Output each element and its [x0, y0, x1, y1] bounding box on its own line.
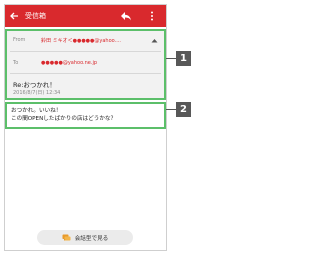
callout-badge-2: 2	[176, 102, 191, 117]
body-line: おつかれ。いいね！	[11, 108, 62, 114]
collapse-icon[interactable]	[151, 38, 158, 43]
to-row[interactable]: To ●●●●●@yahoo.ne.jp	[13, 60, 97, 66]
app-bar: 受信箱	[5, 5, 166, 27]
body-line: この間OPENしたばかりの店はどうかな？	[11, 116, 117, 122]
conversation-view-label: 会話型で見る	[74, 235, 109, 242]
callout-leader-1	[166, 58, 176, 59]
back-arrow-icon	[10, 12, 18, 20]
more-options-icon[interactable]	[147, 10, 157, 22]
chat-bubble-icon	[62, 234, 71, 241]
reply-icon[interactable]	[120, 10, 132, 22]
from-address: 鈴田 ミキオ＜●●●●●@yahoo....	[41, 38, 121, 44]
mail-body: おつかれ。いいね！ この間OPENしたばかりの店はどうかな？	[5, 102, 166, 129]
app-bar-title: 受信箱	[25, 12, 46, 20]
to-address: ●●●●●@yahoo.ne.jp	[41, 60, 98, 66]
back-button[interactable]	[5, 11, 23, 21]
callout-number: 1	[180, 53, 187, 64]
screen: 受信箱 From 鈴田 ミキオ＜●●●●●@yahoo.... To ●●●●●…	[0, 0, 276, 254]
callout-number: 2	[180, 104, 187, 115]
mail-header: From 鈴田 ミキオ＜●●●●●@yahoo.... To ●●●●●@yah…	[5, 29, 166, 100]
from-row[interactable]: From 鈴田 ミキオ＜●●●●●@yahoo....	[13, 37, 121, 44]
divider	[10, 51, 161, 52]
mail-date: 2016/8/7(日) 12:34	[13, 90, 61, 96]
divider	[10, 73, 161, 74]
callout-badge-1: 1	[176, 51, 191, 66]
from-label: From	[13, 37, 26, 43]
mail-subject: Re:おつかれ！	[13, 81, 56, 89]
conversation-view-button[interactable]: 会話型で見る	[37, 230, 133, 245]
phone-screen: 受信箱 From 鈴田 ミキオ＜●●●●●@yahoo.... To ●●●●●…	[4, 4, 167, 251]
to-label: To	[13, 60, 19, 66]
callout-leader-2	[166, 109, 176, 110]
